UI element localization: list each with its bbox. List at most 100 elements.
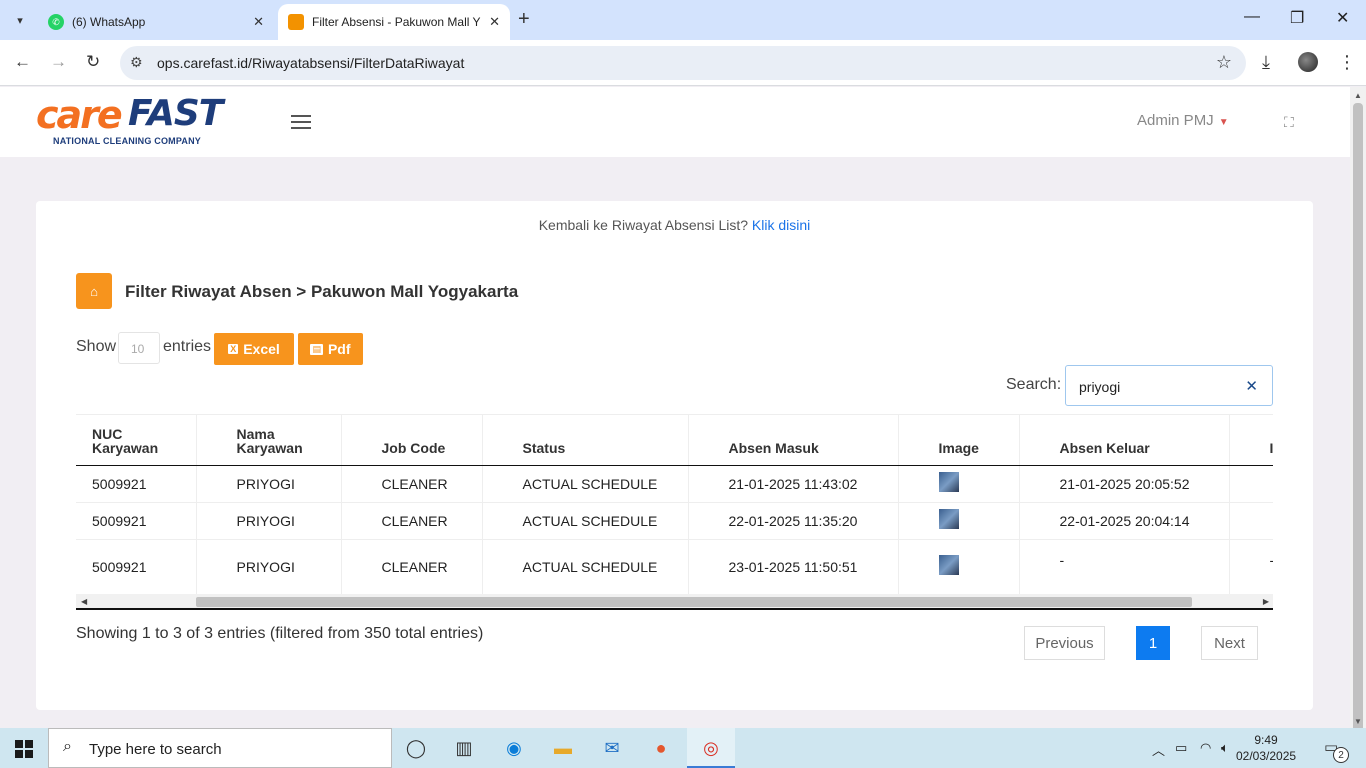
table-row: 5009921 PRIYOGI CLEANER ACTUAL SCHEDULE … bbox=[76, 539, 1273, 594]
excel-label: Excel bbox=[243, 341, 280, 357]
cell-keluar: 22-01-2025 20:04:14 bbox=[1019, 502, 1230, 540]
mail-icon[interactable]: ✉ bbox=[600, 736, 624, 760]
column-header[interactable]: Status bbox=[482, 415, 689, 466]
photo-thumbnail[interactable] bbox=[938, 472, 959, 492]
reload-icon[interactable]: ↻ bbox=[86, 52, 100, 72]
cell-extra: - bbox=[1229, 539, 1273, 594]
cortana-circle-icon[interactable]: ◯ bbox=[404, 736, 428, 760]
cell-image bbox=[898, 465, 1020, 503]
browser-tabstrip: ▾ ✆ (6) WhatsApp ✕ Filter Absensi - Paku… bbox=[0, 0, 1366, 40]
taskbar-search-box[interactable]: ⌕ Type here to search bbox=[48, 728, 392, 768]
column-header[interactable]: I bbox=[1229, 415, 1273, 466]
column-header[interactable]: Image bbox=[898, 415, 1020, 466]
entries-length-select[interactable]: 10 bbox=[118, 332, 160, 364]
home-button[interactable]: ⌂ bbox=[76, 273, 112, 309]
cell-extra bbox=[1229, 465, 1273, 503]
browser-toolbar: ← → ↻ ⚙ ops.carefast.id/Riwayatabsensi/F… bbox=[0, 40, 1366, 86]
scrollbar-thumb[interactable] bbox=[196, 597, 1192, 607]
cell-nama: PRIYOGI bbox=[196, 465, 342, 503]
cell-image bbox=[898, 502, 1020, 540]
cell-nama: PRIYOGI bbox=[196, 502, 342, 540]
entries-label: entries bbox=[163, 338, 212, 355]
tray-chevron-up-icon[interactable]: ︿ bbox=[1152, 740, 1165, 759]
photo-thumbnail[interactable] bbox=[938, 509, 959, 529]
table-row: 5009921 PRIYOGI CLEANER ACTUAL SCHEDULE … bbox=[76, 465, 1273, 503]
restore-icon[interactable]: ❐ bbox=[1290, 8, 1304, 28]
pagination-page-1[interactable]: 1 bbox=[1136, 626, 1170, 660]
taskbar-clock[interactable]: 9:49 02/03/2025 bbox=[1236, 732, 1296, 764]
cell-status: ACTUAL SCHEDULE bbox=[482, 502, 689, 540]
tab-filter-absensi[interactable]: Filter Absensi - Pakuwon Mall Y ✕ bbox=[278, 4, 510, 40]
volume-icon[interactable]: 🔈︎ bbox=[1221, 740, 1229, 756]
table-horizontal-scrollbar[interactable]: ◀ ▶ bbox=[76, 594, 1273, 610]
back-link[interactable]: Klik disini bbox=[752, 217, 810, 233]
battery-icon[interactable]: ▭ bbox=[1175, 740, 1187, 756]
tab-title: Filter Absensi - Pakuwon Mall Y bbox=[312, 15, 481, 29]
user-menu[interactable]: Admin PMJ ▼ bbox=[1137, 112, 1229, 129]
page-scrollbar[interactable]: ▲ ▼ bbox=[1350, 87, 1366, 741]
browser-menu-kebab-icon[interactable]: ⋮ bbox=[1338, 52, 1356, 73]
column-header[interactable]: Job Code bbox=[341, 415, 483, 466]
new-tab-plus-icon[interactable]: + bbox=[518, 8, 530, 31]
pagination-next-button[interactable]: Next bbox=[1201, 626, 1258, 660]
minimize-icon[interactable]: — bbox=[1244, 8, 1260, 26]
hamburger-menu-icon[interactable] bbox=[291, 115, 311, 133]
cell-job: CLEANER bbox=[341, 502, 483, 540]
pdf-label: Pdf bbox=[327, 341, 351, 357]
logo-care-text: care bbox=[36, 93, 123, 137]
cell-job: CLEANER bbox=[341, 539, 483, 594]
app-header: care FAST NATIONAL CLEANING COMPANY Admi… bbox=[0, 87, 1350, 157]
fullscreen-icon[interactable]: ⛶ bbox=[1284, 114, 1294, 131]
profile-avatar[interactable] bbox=[1298, 52, 1318, 72]
window-close-icon[interactable]: ✕ bbox=[1336, 8, 1349, 28]
column-header[interactable]: Nama Karyawan bbox=[196, 415, 342, 466]
pdf-export-button[interactable]: ▤ Pdf bbox=[298, 333, 363, 365]
scroll-up-icon[interactable]: ▲ bbox=[1354, 91, 1362, 100]
tab-search-chevron-icon[interactable]: ▾ bbox=[6, 7, 34, 33]
close-icon[interactable]: ✕ bbox=[253, 14, 264, 30]
excel-export-button[interactable]: X Excel bbox=[214, 333, 294, 365]
chrome-icon[interactable]: ◎ bbox=[699, 736, 723, 760]
scroll-left-icon[interactable]: ◀ bbox=[81, 597, 87, 606]
task-view-icon[interactable]: ▥ bbox=[452, 736, 476, 760]
site-info-icon[interactable]: ⚙ bbox=[130, 54, 143, 71]
download-icon[interactable]: ⤓ bbox=[1262, 52, 1270, 73]
url-text[interactable]: ops.carefast.id/Riwayatabsensi/FilterDat… bbox=[157, 55, 464, 71]
bookmark-star-icon[interactable]: ☆ bbox=[1216, 52, 1232, 73]
table-info: Showing 1 to 3 of 3 entries (filtered fr… bbox=[76, 625, 484, 642]
column-header[interactable]: Absen Masuk bbox=[688, 415, 899, 466]
cell-masuk: 22-01-2025 11:35:20 bbox=[688, 502, 899, 540]
cell-job: CLEANER bbox=[341, 465, 483, 503]
column-header[interactable]: NUC Karyawan bbox=[76, 415, 197, 466]
clock-date: 02/03/2025 bbox=[1236, 749, 1297, 763]
tab-whatsapp[interactable]: ✆ (6) WhatsApp ✕ bbox=[38, 4, 274, 40]
notification-count-badge: 2 bbox=[1333, 747, 1349, 763]
cell-nama: PRIYOGI bbox=[196, 539, 342, 594]
clear-search-icon[interactable]: ✕ bbox=[1245, 377, 1258, 395]
scroll-right-icon[interactable]: ▶ bbox=[1263, 597, 1269, 606]
search-input-value[interactable]: priyogi bbox=[1079, 379, 1120, 395]
photo-thumbnail[interactable] bbox=[938, 555, 959, 575]
column-header[interactable]: Absen Keluar bbox=[1019, 415, 1230, 466]
pagination-previous-button[interactable]: Previous bbox=[1024, 626, 1105, 660]
forward-arrow-icon[interactable]: → bbox=[50, 52, 67, 72]
scrollbar-thumb[interactable] bbox=[1353, 103, 1363, 741]
close-icon[interactable]: ✕ bbox=[489, 14, 500, 30]
file-explorer-icon[interactable]: ▬ bbox=[551, 736, 575, 760]
windows-start-icon[interactable] bbox=[15, 740, 33, 758]
back-text: Kembali ke Riwayat Absensi List? bbox=[538, 217, 749, 233]
logo-tagline: NATIONAL CLEANING COMPANY bbox=[53, 136, 201, 146]
carefast-logo[interactable]: care FAST NATIONAL CLEANING COMPANY bbox=[36, 93, 236, 147]
show-label: Show bbox=[76, 338, 117, 355]
address-bar[interactable]: ⚙ ops.carefast.id/Riwayatabsensi/FilterD… bbox=[120, 46, 1246, 80]
excel-file-icon: X bbox=[228, 344, 239, 354]
firefox-icon[interactable]: ● bbox=[649, 736, 673, 760]
scroll-down-icon[interactable]: ▼ bbox=[1354, 717, 1362, 726]
windows-taskbar: ⌕ Type here to search ◯ ▥ ◉ ▬ ✉ ● ◎ ︿ ▭ … bbox=[0, 728, 1366, 768]
home-icon: ⌂ bbox=[90, 283, 98, 299]
wifi-icon[interactable]: ◠ bbox=[1200, 740, 1211, 756]
back-arrow-icon[interactable]: ← bbox=[14, 52, 31, 72]
search-input[interactable]: priyogi ✕ bbox=[1065, 365, 1273, 406]
edge-browser-icon[interactable]: ◉ bbox=[502, 736, 526, 760]
user-name: Admin PMJ bbox=[1137, 112, 1214, 129]
